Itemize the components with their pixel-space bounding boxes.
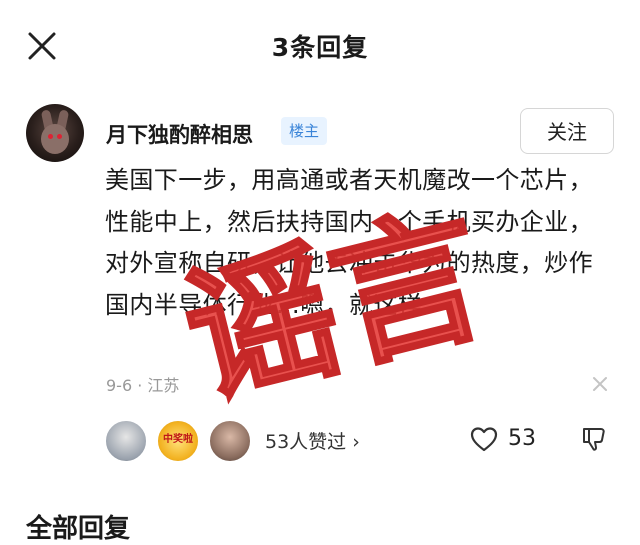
likers-link[interactable]: 53人赞过 › <box>265 427 360 454</box>
heart-icon[interactable] <box>470 426 498 452</box>
liker-badge-text: 中奖啦 <box>163 434 193 445</box>
author-avatar[interactable] <box>26 104 84 162</box>
follow-button[interactable]: 关注 <box>520 108 614 154</box>
author-name[interactable]: 月下独酌醉相思 <box>106 119 253 149</box>
liker-avatar[interactable] <box>104 419 148 463</box>
author-badge: 楼主 <box>281 117 327 145</box>
liker-avatar[interactable]: 中奖啦 <box>156 419 200 463</box>
like-count: 53 <box>508 426 536 451</box>
post-body: 美国下一步，用高通或者天机魔改一个芯片，性能中上，然后扶持国内一个手机买办企业，… <box>105 166 593 319</box>
liker-avatar[interactable] <box>208 419 252 463</box>
post-meta: 9-6 · 江苏 <box>106 376 180 395</box>
header-bar: 3条回复 <box>0 0 640 92</box>
section-title: 全部回复 <box>26 514 131 544</box>
dismiss-icon[interactable] <box>592 376 608 392</box>
page-title: 3条回复 <box>271 33 369 62</box>
thumbs-down-icon[interactable] <box>580 425 608 453</box>
